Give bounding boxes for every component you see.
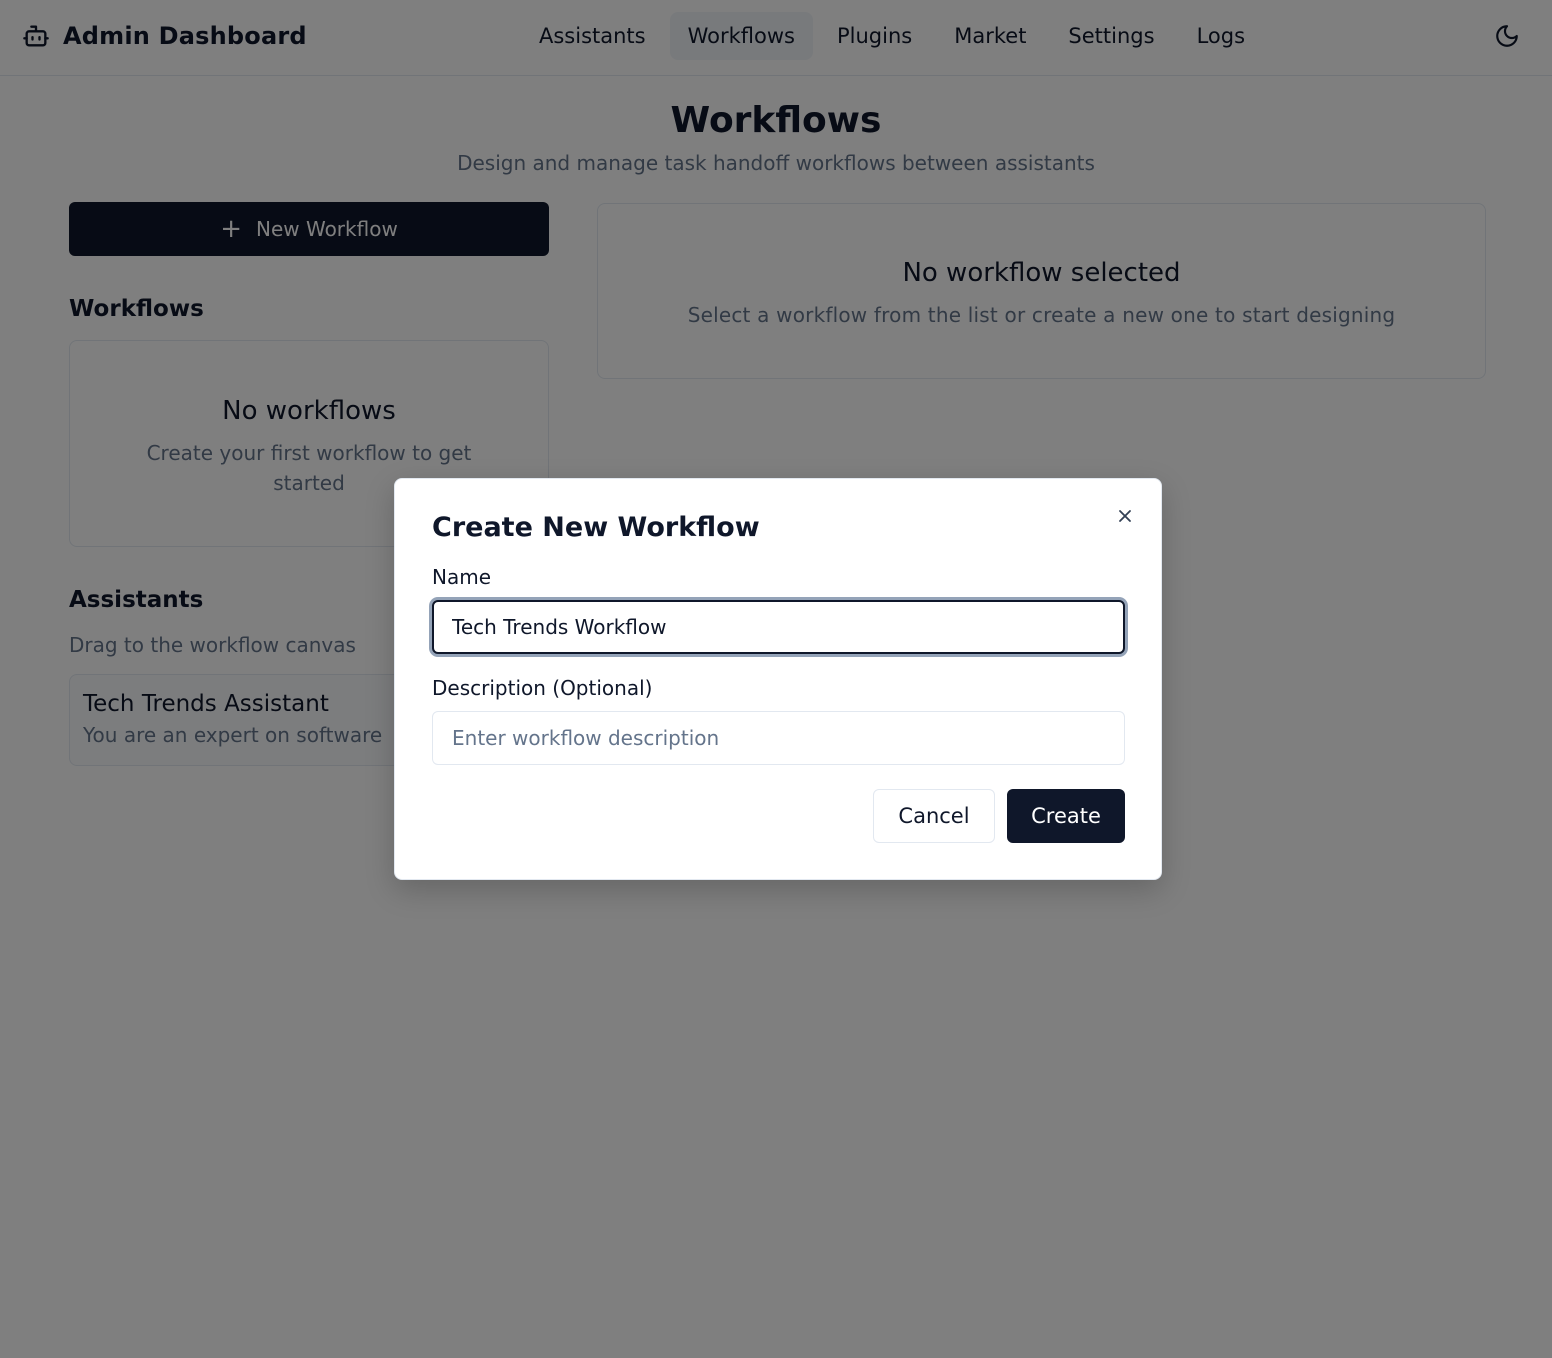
create-button[interactable]: Create: [1007, 789, 1125, 843]
create-workflow-dialog: Create New Workflow Name Description (Op…: [394, 478, 1162, 880]
dialog-title: Create New Workflow: [432, 512, 760, 543]
workflow-description-input[interactable]: [432, 711, 1125, 765]
description-label: Description (Optional): [432, 676, 653, 700]
name-label: Name: [432, 565, 492, 589]
close-dialog-button[interactable]: [1111, 503, 1139, 531]
workflow-name-input[interactable]: [432, 600, 1125, 654]
close-icon: [1115, 506, 1135, 529]
cancel-button[interactable]: Cancel: [873, 789, 995, 843]
